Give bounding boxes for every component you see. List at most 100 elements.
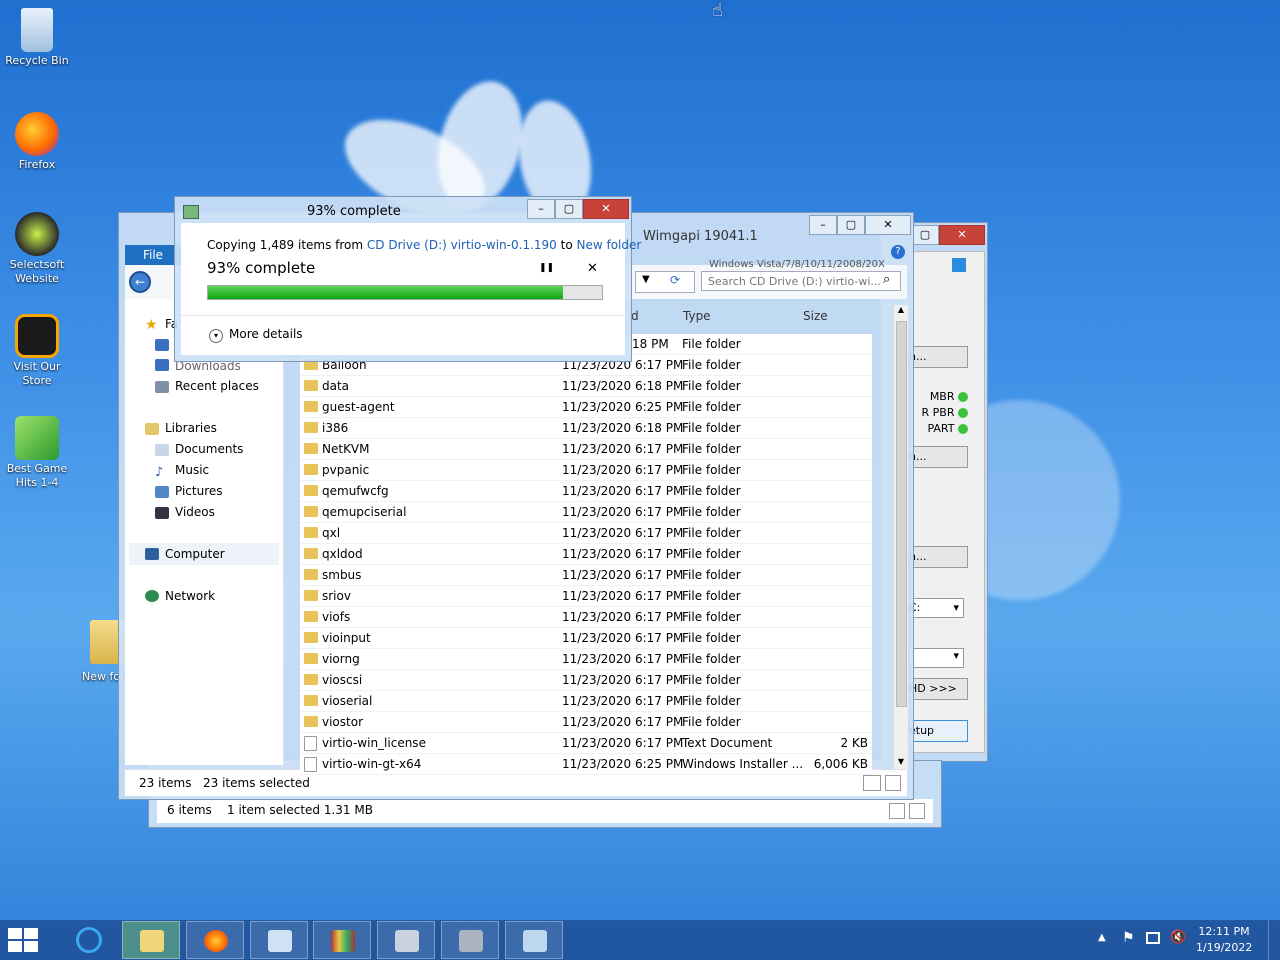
- source-link[interactable]: CD Drive (D:) virtio-win-0.1.190: [367, 238, 557, 252]
- table-row[interactable]: viofs 11/23/2020 6:17 PM File folder: [300, 607, 872, 628]
- column-header-size[interactable]: Size: [803, 309, 828, 323]
- taskbar-explorer[interactable]: [122, 921, 180, 959]
- clock[interactable]: 12:11 PM 1/19/2022: [1196, 924, 1252, 956]
- search-icon[interactable]: ⌕: [883, 272, 890, 287]
- dialog-body: Copying 1,489 items from CD Drive (D:) v…: [181, 223, 641, 355]
- row-date: 11/23/2020 6:17 PM: [562, 610, 684, 624]
- help-icon[interactable]: ?: [891, 245, 905, 259]
- maximize-button[interactable]: ▢: [837, 215, 865, 235]
- minimize-button[interactable]: –: [809, 215, 837, 235]
- back-button[interactable]: ←: [129, 271, 151, 293]
- taskbar-ie[interactable]: [64, 923, 114, 957]
- winrar-icon: [331, 930, 355, 952]
- taskbar-winrar[interactable]: [313, 921, 371, 959]
- taskbar-firefox[interactable]: [186, 921, 244, 959]
- option-select[interactable]: ▾: [908, 648, 964, 668]
- table-row[interactable]: i386 11/23/2020 6:18 PM File folder: [300, 418, 872, 439]
- nav-documents[interactable]: Documents: [175, 442, 243, 456]
- row-name: vioserial: [322, 694, 373, 708]
- table-row[interactable]: qxl 11/23/2020 6:17 PM File folder: [300, 523, 872, 544]
- vhd-button[interactable]: HD >>>: [908, 678, 968, 700]
- window-title: Wimgapi 19041.1: [643, 229, 758, 244]
- window-icon: [523, 930, 547, 952]
- taskbar-app-6[interactable]: [441, 921, 499, 959]
- browse-button-1[interactable]: h...: [908, 346, 968, 368]
- drive-select[interactable]: C: ▾: [908, 598, 964, 618]
- details-view-icon[interactable]: [863, 775, 881, 791]
- close-button[interactable]: ✕: [583, 199, 629, 219]
- desktop-icon-best-game-hits[interactable]: Best Game Hits 1-4: [4, 416, 70, 490]
- table-row[interactable]: data 11/23/2020 6:18 PM File folder: [300, 376, 872, 397]
- table-row[interactable]: vioscsi 11/23/2020 6:17 PM File folder: [300, 670, 872, 691]
- show-desktop-button[interactable]: [1268, 920, 1280, 960]
- setup-button[interactable]: etup: [908, 720, 968, 742]
- folder-icon: [304, 653, 318, 664]
- taskbar-app-7[interactable]: [505, 921, 563, 959]
- folder-icon: [304, 527, 318, 538]
- row-name: sriov: [322, 589, 351, 603]
- nav-recent-places[interactable]: Recent places: [175, 379, 259, 393]
- table-row[interactable]: smbus 11/23/2020 6:17 PM File folder: [300, 565, 872, 586]
- pause-button[interactable]: ❚❚: [539, 263, 554, 273]
- folder-icon: [304, 632, 318, 643]
- nav-pictures[interactable]: Pictures: [175, 484, 223, 498]
- column-header-date[interactable]: d: [631, 309, 639, 323]
- table-row[interactable]: viorng 11/23/2020 6:17 PM File folder: [300, 649, 872, 670]
- browse-button-3[interactable]: h...: [908, 546, 968, 568]
- large-icons-view-icon[interactable]: [885, 775, 901, 791]
- copy-progress-dialog[interactable]: 93% complete – ▢ ✕ Copying 1,489 items f…: [174, 196, 641, 362]
- table-row[interactable]: qemupciserial 11/23/2020 6:17 PM File fold…: [300, 502, 872, 523]
- table-row[interactable]: qxldod 11/23/2020 6:17 PM File folder: [300, 544, 872, 565]
- table-row[interactable]: virtio-win-gt-x64 11/23/2020 6:25 PM Windo…: [300, 754, 872, 775]
- nav-computer[interactable]: Computer: [165, 547, 225, 561]
- details-view-icon[interactable]: [889, 803, 905, 819]
- minimize-button[interactable]: –: [527, 199, 555, 219]
- scroll-thumb: [896, 321, 907, 707]
- nav-music[interactable]: Music: [175, 463, 209, 477]
- action-center-flag-icon[interactable]: ⚑: [1122, 930, 1135, 946]
- table-row[interactable]: sriov 11/23/2020 6:17 PM File folder: [300, 586, 872, 607]
- browse-button-2[interactable]: h...: [908, 446, 968, 468]
- nav-libraries[interactable]: Libraries: [165, 421, 217, 435]
- close-button[interactable]: ✕: [865, 215, 911, 235]
- close-button[interactable]: ✕: [939, 225, 985, 245]
- table-row[interactable]: pvpanic 11/23/2020 6:17 PM File folder: [300, 460, 872, 481]
- table-row[interactable]: vioserial 11/23/2020 6:17 PM File folder: [300, 691, 872, 712]
- column-header-type[interactable]: Type: [683, 309, 711, 323]
- start-button[interactable]: [8, 928, 40, 952]
- search-input[interactable]: [701, 271, 901, 291]
- tray-expand-icon[interactable]: ▲: [1098, 932, 1106, 943]
- maximize-button[interactable]: ▢: [555, 199, 583, 219]
- vertical-scrollbar[interactable]: ▲ ▼: [893, 305, 908, 771]
- nav-network[interactable]: Network: [165, 589, 215, 603]
- desktop-icon-label: Recycle Bin: [5, 54, 69, 67]
- table-row[interactable]: guest-agent 11/23/2020 6:25 PM File folder: [300, 397, 872, 418]
- row-date: 11/23/2020 6:17 PM: [562, 673, 684, 687]
- destination-link[interactable]: New folder: [576, 238, 641, 252]
- row-name: i386: [322, 421, 349, 435]
- desktop-icon-store[interactable]: Visit Our Store: [4, 314, 70, 388]
- taskbar-app-5[interactable]: [377, 921, 435, 959]
- status-item-count: 6 items: [167, 803, 212, 817]
- taskbar-control-panel[interactable]: [250, 921, 308, 959]
- table-row[interactable]: virtio-win_license 11/23/2020 6:17 PM Text…: [300, 733, 872, 754]
- nav-videos[interactable]: Videos: [175, 505, 215, 519]
- network-tray-icon[interactable]: [1146, 932, 1160, 944]
- cancel-copy-button[interactable]: ✕: [587, 261, 598, 276]
- table-row[interactable]: viostor 11/23/2020 6:17 PM File folder: [300, 712, 872, 733]
- desktop-icon-recycle-bin[interactable]: Recycle Bin: [4, 8, 70, 68]
- desktop-icon-selectsoft[interactable]: Selectsoft Website: [4, 212, 70, 286]
- desktop-icon-firefox[interactable]: Firefox: [4, 112, 70, 172]
- table-row[interactable]: NetKVM 11/23/2020 6:17 PM File folder: [300, 439, 872, 460]
- maximize-button[interactable]: ▢: [911, 225, 939, 245]
- table-row[interactable]: qemufwcfg 11/23/2020 6:17 PM File folder: [300, 481, 872, 502]
- table-row[interactable]: vioinput 11/23/2020 6:17 PM File folder: [300, 628, 872, 649]
- ribbon-file-tab[interactable]: File: [125, 245, 181, 265]
- address-bar-tail[interactable]: ▼ ⟳: [635, 271, 695, 293]
- volume-muted-icon[interactable]: 🔇: [1170, 930, 1186, 945]
- row-type: File folder: [682, 484, 741, 498]
- large-icons-view-icon[interactable]: [909, 803, 925, 819]
- more-details-toggle[interactable]: ▾ More details: [209, 327, 303, 343]
- windows-logo-icon: [8, 928, 40, 952]
- row-name: pvpanic: [322, 463, 370, 477]
